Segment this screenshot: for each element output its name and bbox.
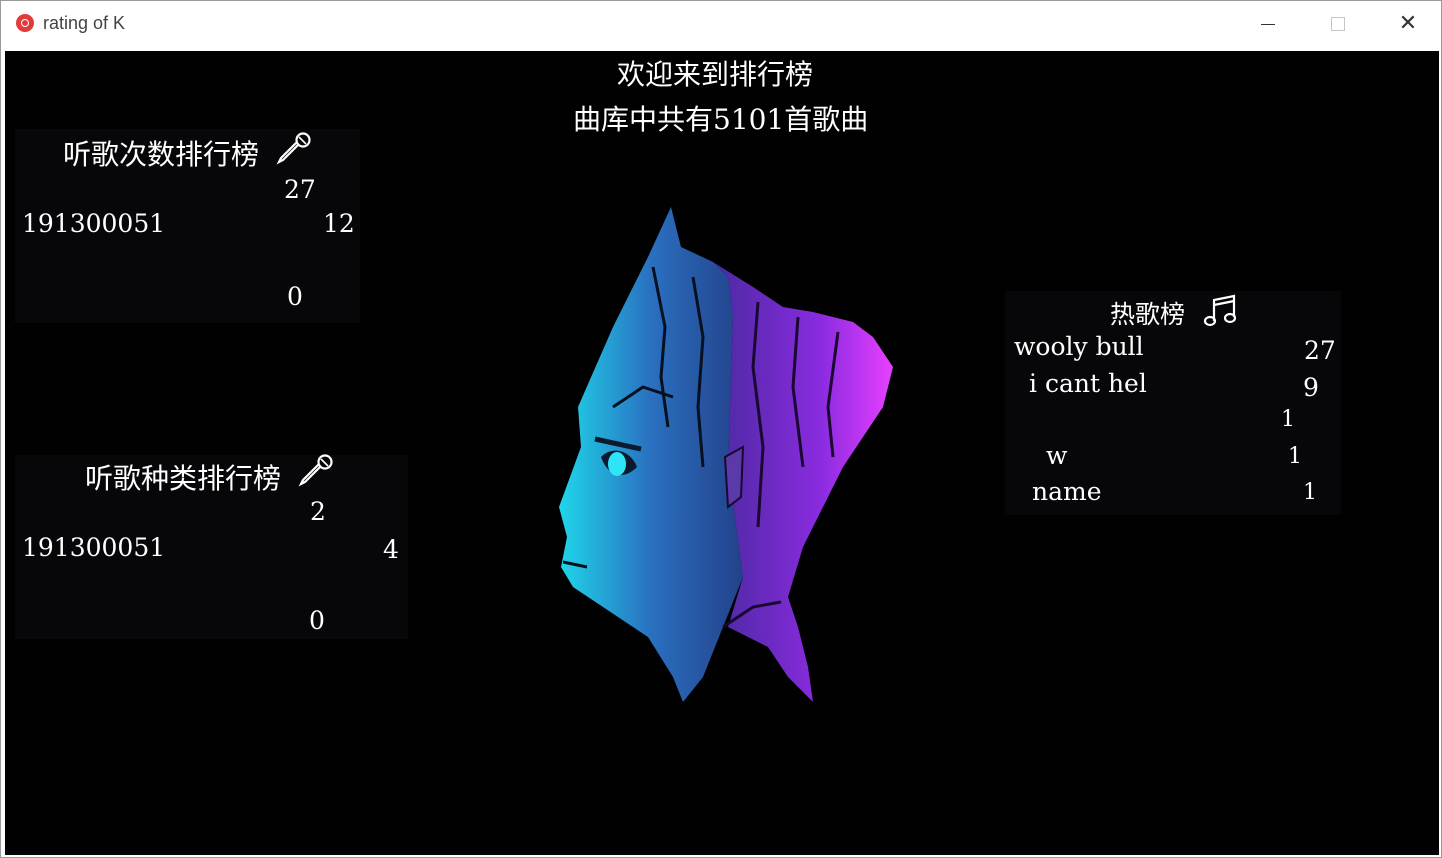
listen-count-value-1: 27 [284, 175, 316, 204]
listen-type-title: 听歌种类排行榜 [85, 462, 282, 495]
listen-count-title: 听歌次数排行榜 [63, 138, 260, 171]
window-title: rating of K [43, 13, 126, 33]
main-canvas: 欢迎来到排行榜 曲库中共有5101首歌曲 听歌次数排行榜 27 19130005… [5, 51, 1439, 855]
hot-song-name-4: w [1046, 441, 1068, 470]
app-logo-icon [16, 14, 34, 32]
hot-song-name-2: i cant hel [1029, 369, 1147, 398]
hot-song-value-2: 9 [1303, 373, 1319, 402]
library-count-text: 曲库中共有5101首歌曲 [573, 103, 869, 136]
listen-count-name-2: 191300051 [22, 209, 166, 238]
title-bar[interactable]: rating of K ✕ [1, 1, 1441, 47]
listen-count-value-2: 12 [323, 209, 355, 238]
hot-song-value-5: 1 [1303, 480, 1317, 505]
minimize-icon [1261, 23, 1275, 25]
hot-song-value-1: 27 [1304, 336, 1336, 365]
hot-song-name-1: wooly bull [1014, 332, 1144, 361]
close-icon: ✕ [1398, 11, 1418, 36]
maximize-icon [1331, 17, 1345, 31]
listen-type-value-1: 2 [310, 497, 326, 526]
close-button[interactable]: ✕ [1373, 1, 1442, 47]
hot-songs-title: 热歌榜 [1110, 300, 1186, 329]
app-window: rating of K ✕ 欢迎来到排行榜 曲库中共有5101首歌曲 听歌次数排… [0, 0, 1442, 858]
hot-song-value-4: 1 [1288, 444, 1302, 469]
listen-type-name-2: 191300051 [22, 533, 166, 562]
microphone-icon [276, 132, 311, 165]
microphone-icon [298, 454, 333, 487]
listen-count-value-3: 0 [287, 282, 303, 311]
welcome-heading: 欢迎来到排行榜 [617, 58, 814, 91]
hot-song-value-3: 1 [1281, 407, 1295, 432]
hot-song-name-5: name [1032, 477, 1102, 506]
listen-type-value-2: 4 [383, 535, 399, 564]
minimize-button[interactable] [1233, 1, 1303, 47]
music-note-icon [1203, 294, 1237, 327]
listen-type-value-3: 0 [309, 606, 325, 635]
groot-illustration [559, 207, 893, 702]
maximize-button[interactable] [1303, 1, 1373, 47]
